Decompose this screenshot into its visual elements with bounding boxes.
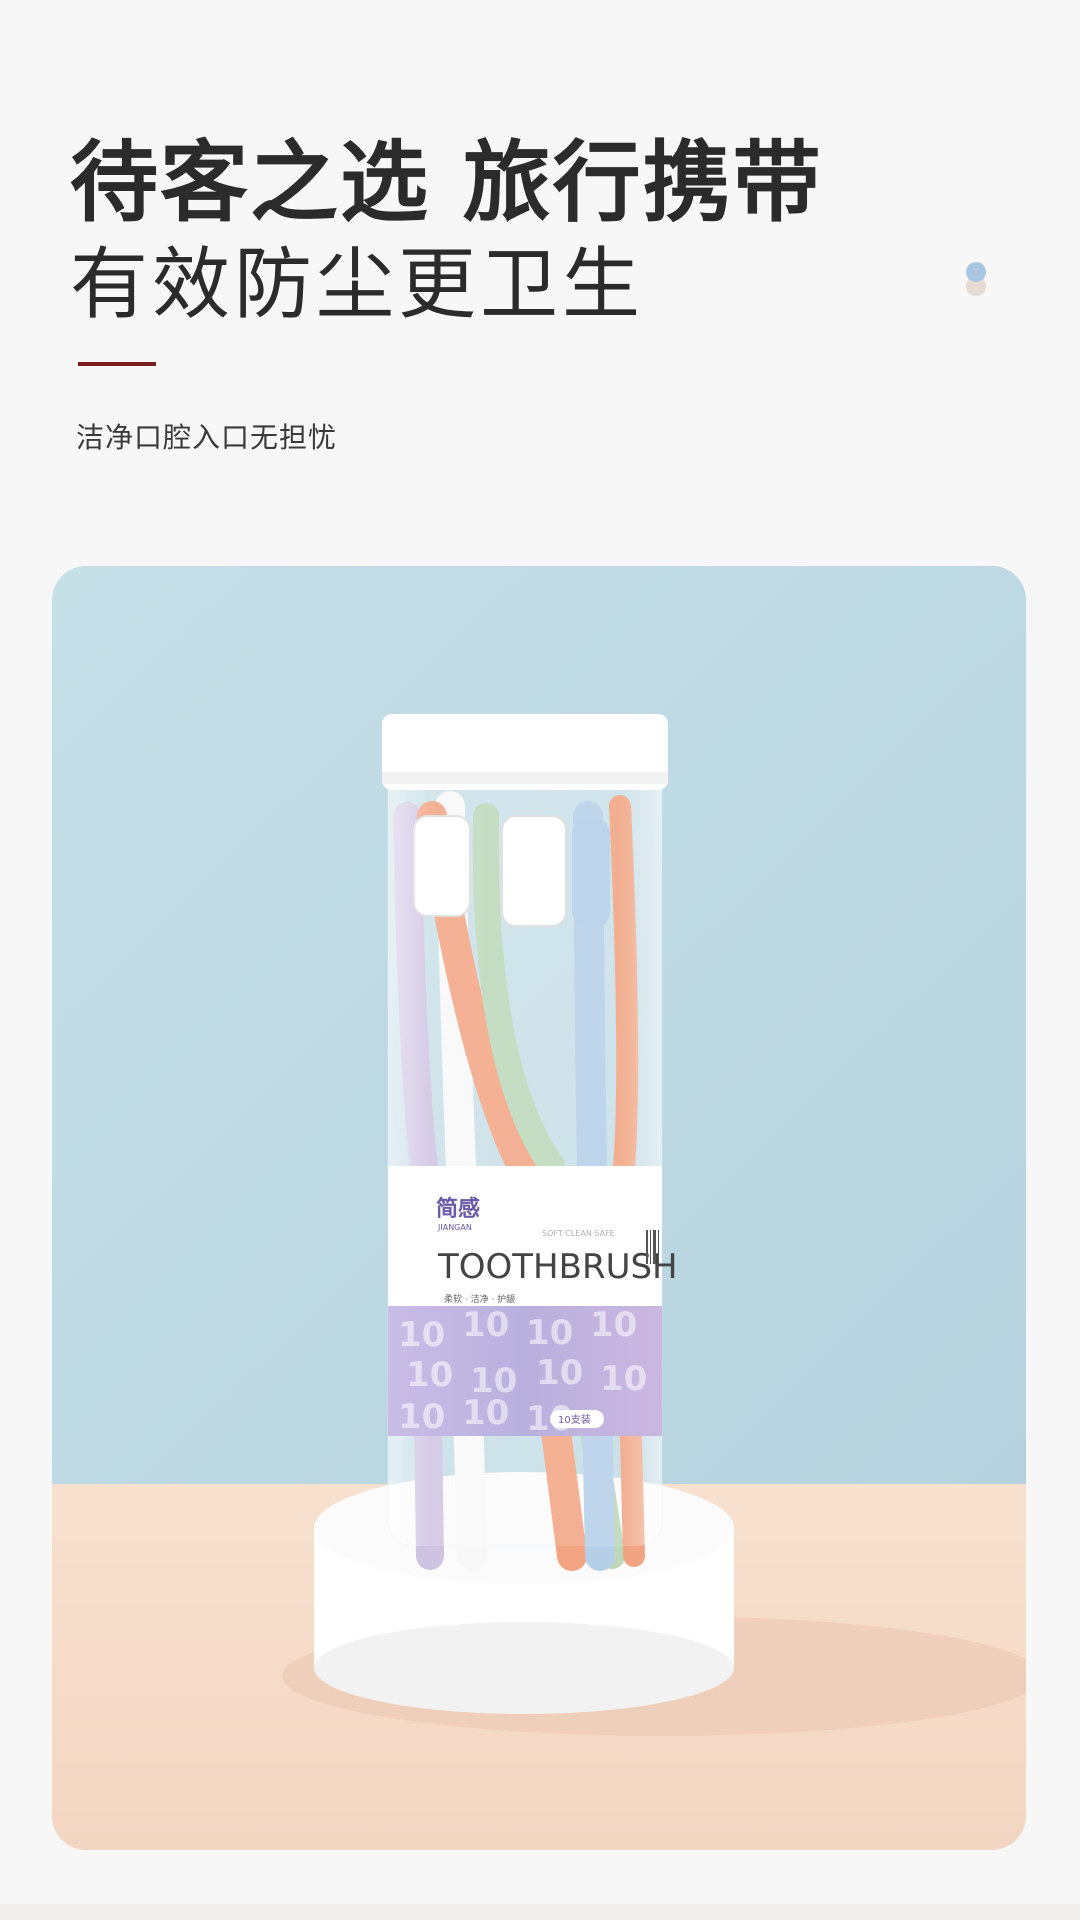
- pattern-text: 10: [600, 1359, 647, 1399]
- product-photo: 10 10 10 10 10 10 10 10 10 10 10 简感 JIAN…: [52, 566, 1026, 1850]
- product-features: 柔软 · 洁净 · 护龈: [444, 1293, 515, 1305]
- headline-title: 待客之选 旅行携带: [70, 131, 823, 234]
- pattern-text: 10: [462, 1393, 509, 1433]
- blue-dot-icon: [966, 262, 986, 282]
- bottom-strip: [0, 1904, 1080, 1920]
- product-illustration: 10 10 10 10 10 10 10 10 10 10 10 简感 JIAN…: [52, 566, 1026, 1850]
- pattern-text: 10: [398, 1397, 445, 1437]
- pattern-text: 10: [590, 1305, 637, 1345]
- pattern-text: 10: [398, 1315, 445, 1355]
- brand-cn: 简感: [436, 1196, 480, 1222]
- pattern-text: 10: [406, 1355, 453, 1395]
- brand-en: JIANGAN: [437, 1223, 472, 1232]
- pattern-text: 10: [536, 1353, 583, 1393]
- pack-count: 10支装: [558, 1413, 591, 1426]
- label-tagline: SOFT·CLEAN·SAFE: [542, 1229, 615, 1238]
- two-dot-decoration-icon: [964, 262, 988, 298]
- toothbrush-jar: 10 10 10 10 10 10 10 10 10 10 10 简感 JIAN…: [382, 714, 678, 1571]
- product-name: TOOTHBRUSH: [437, 1247, 678, 1287]
- pattern-text: 10: [526, 1313, 573, 1353]
- headline-subtitle: 有效防尘更卫生: [70, 240, 645, 330]
- pattern-text: 10: [462, 1305, 509, 1345]
- tagline-text: 洁净口腔入口无担忧: [76, 421, 338, 454]
- accent-divider: [78, 362, 156, 366]
